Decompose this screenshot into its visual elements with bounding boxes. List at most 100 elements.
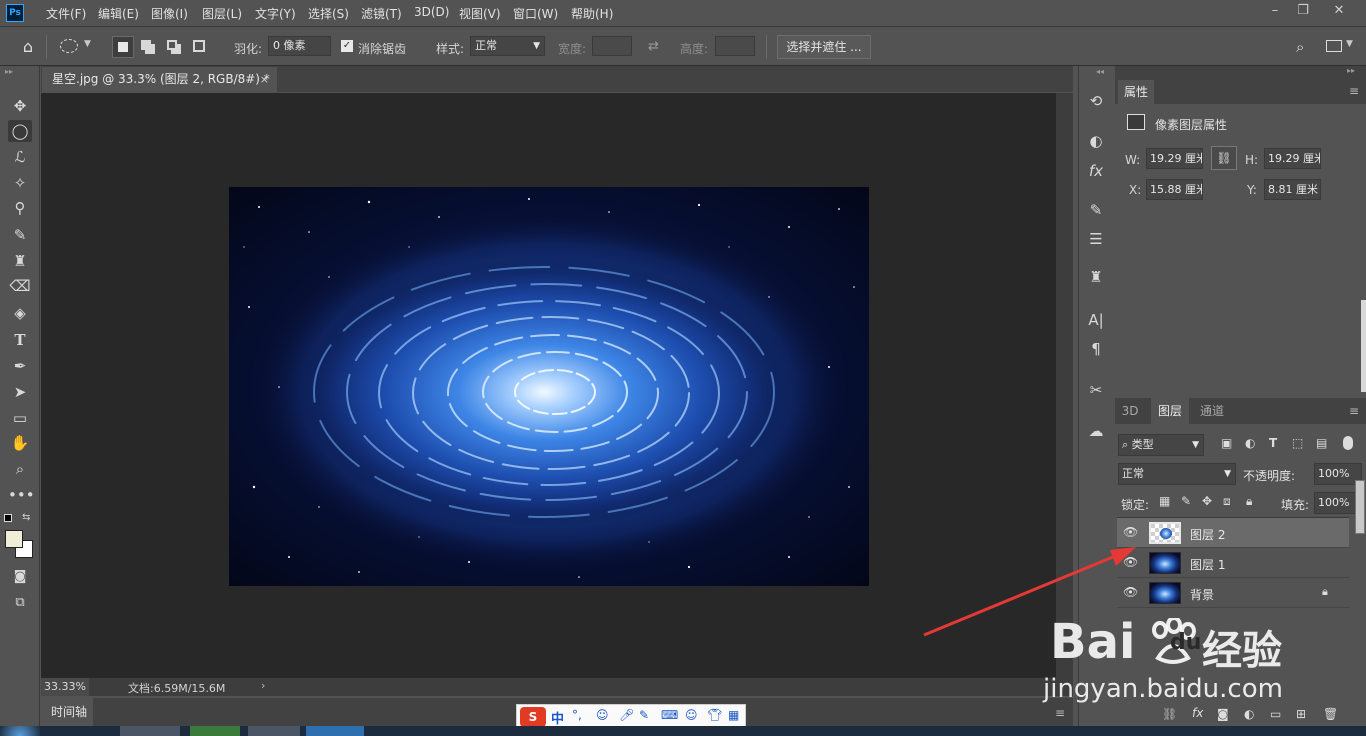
tools-icon[interactable]: ✂: [1084, 379, 1108, 401]
zoom-tool-icon[interactable]: ⌕: [8, 458, 32, 480]
style-select[interactable]: 正常 ▼: [470, 36, 545, 56]
width-input[interactable]: 19.29 厘米: [1146, 148, 1203, 169]
lock-artboard-icon[interactable]: ⧈: [1223, 494, 1231, 509]
panel-menu-icon[interactable]: ≡: [1349, 404, 1359, 418]
filter-smart-object-icon[interactable]: ▤: [1316, 436, 1327, 450]
stamp-tool-icon[interactable]: ♜: [8, 250, 32, 272]
filter-pixel-icon[interactable]: ▣: [1221, 436, 1232, 450]
y-input[interactable]: 8.81 厘米: [1264, 179, 1321, 200]
lock-transparency-icon[interactable]: ▦: [1159, 494, 1170, 508]
grid-icon[interactable]: ▦: [728, 708, 739, 722]
pen-tool-icon[interactable]: ✒: [8, 355, 32, 377]
restore-icon[interactable]: ❐: [1290, 2, 1316, 20]
brushes-icon[interactable]: ✎: [1084, 199, 1108, 221]
elliptical-marquee-preset-icon[interactable]: [60, 39, 78, 53]
lock-all-icon[interactable]: 🔒︎: [1246, 494, 1252, 509]
ime-mode-label[interactable]: 中: [551, 708, 564, 727]
new-selection-button[interactable]: [112, 36, 134, 58]
menu-file[interactable]: 文件(F): [46, 5, 86, 22]
properties-tab[interactable]: 属性: [1118, 80, 1154, 104]
foreground-color-swatch[interactable]: [5, 530, 23, 548]
timeline-tab[interactable]: 时间轴: [41, 698, 93, 726]
menu-select[interactable]: 选择(S): [308, 5, 349, 22]
close-icon[interactable]: ✕: [1326, 2, 1352, 20]
chevron-right-icon[interactable]: ›: [261, 679, 265, 692]
keyboard-icon[interactable]: ⌨: [661, 708, 678, 722]
brush-tool-icon[interactable]: ✎: [8, 224, 32, 246]
layer-name[interactable]: 图层 2: [1190, 526, 1225, 543]
type-tool-icon[interactable]: T: [8, 329, 32, 351]
screen-mode-icon[interactable]: ⧉: [8, 592, 32, 614]
layer-row-layer1[interactable]: 👁︎ 图层 1: [1117, 548, 1349, 578]
magic-wand-tool-icon[interactable]: ✧: [8, 172, 32, 194]
menu-type[interactable]: 文字(Y): [255, 5, 296, 22]
eyedropper-tool-icon[interactable]: ⚲: [8, 197, 32, 219]
libraries-icon[interactable]: ☁: [1084, 420, 1108, 442]
tab-channels[interactable]: 通道: [1193, 398, 1231, 424]
paragraph-icon[interactable]: ¶: [1084, 338, 1108, 360]
taskbar-item[interactable]: [248, 726, 300, 736]
layer-row-layer2[interactable]: 👁︎ 图层 2: [1117, 518, 1349, 548]
layers-scrollbar[interactable]: [1355, 480, 1365, 534]
eye-icon[interactable]: 👁︎: [1123, 525, 1138, 539]
menu-window[interactable]: 窗口(W): [513, 5, 558, 22]
filter-type-icon[interactable]: T: [1269, 436, 1277, 450]
new-group-icon[interactable]: ▭: [1270, 707, 1281, 721]
microphone-icon[interactable]: 🎤︎: [619, 708, 634, 722]
checkbox-icon[interactable]: ✓: [341, 40, 353, 52]
trash-icon[interactable]: 🗑︎: [1323, 707, 1338, 721]
subtract-selection-icon[interactable]: [167, 40, 177, 50]
fill-tool-icon[interactable]: ◈: [8, 302, 32, 324]
taskbar-item[interactable]: [306, 726, 364, 736]
menu-help[interactable]: 帮助(H): [571, 5, 613, 22]
pen-icon[interactable]: ✎: [639, 708, 649, 722]
character-icon[interactable]: A|: [1084, 309, 1108, 331]
eraser-tool-icon[interactable]: ⌫: [8, 275, 32, 297]
intersect-selection-icon[interactable]: [193, 40, 205, 52]
properties-scrollbar[interactable]: [1361, 300, 1366, 392]
history-icon[interactable]: ⟲: [1084, 90, 1108, 112]
zoom-level[interactable]: 33.33%: [41, 678, 89, 696]
tab-layers[interactable]: 图层: [1151, 398, 1189, 424]
chevron-down-icon[interactable]: ▼: [1346, 39, 1353, 49]
height-input[interactable]: [715, 36, 755, 56]
brush-settings-icon[interactable]: ☰: [1084, 228, 1108, 250]
panel-menu-icon[interactable]: ≡: [1349, 84, 1359, 98]
filter-toggle-icon[interactable]: [1343, 436, 1353, 450]
skin-icon[interactable]: 👕︎: [707, 708, 722, 722]
close-tab-icon[interactable]: ×: [260, 67, 269, 92]
lock-pixels-icon[interactable]: ✎: [1181, 494, 1191, 508]
height-input[interactable]: 19.29 厘米: [1264, 148, 1321, 169]
adjustments-icon[interactable]: ◐: [1084, 130, 1108, 152]
collapse-arrows-icon[interactable]: ▸▸: [5, 67, 13, 76]
canvas-image[interactable]: [229, 187, 869, 586]
feather-input[interactable]: 0 像素: [268, 36, 331, 56]
layer-row-background[interactable]: 👁︎ 背景 🔒︎: [1117, 578, 1349, 608]
layer-name[interactable]: 背景: [1190, 586, 1214, 603]
rectangle-tool-icon[interactable]: ▭: [8, 407, 32, 429]
emoji-icon[interactable]: ☺: [596, 708, 609, 722]
select-and-mask-button[interactable]: 选择并遮住 ...: [777, 35, 871, 59]
new-layer-icon[interactable]: ⊞: [1296, 707, 1306, 721]
width-input[interactable]: [592, 36, 632, 56]
menu-view[interactable]: 视图(V): [459, 5, 501, 22]
fx-icon[interactable]: fx: [1192, 706, 1203, 720]
start-button[interactable]: [0, 726, 40, 736]
x-input[interactable]: 15.88 厘米: [1146, 179, 1203, 200]
swap-icon[interactable]: ⇄: [648, 39, 659, 54]
photoshop-logo-icon[interactable]: Ps: [6, 4, 24, 22]
taskbar-item[interactable]: [190, 726, 240, 736]
taskbar-item[interactable]: [120, 726, 180, 736]
sogou-logo-icon[interactable]: S: [520, 707, 546, 727]
home-icon[interactable]: ⌂: [18, 37, 38, 57]
collapse-arrows-icon[interactable]: ▸▸: [1347, 66, 1355, 75]
document-tab[interactable]: 星空.jpg @ 33.3% (图层 2, RGB/8#) * ×: [42, 67, 277, 92]
menu-3d[interactable]: 3D(D): [414, 5, 449, 19]
lasso-tool-icon[interactable]: ℒ: [8, 146, 32, 168]
blend-mode-select[interactable]: 正常 ▼: [1118, 463, 1236, 485]
user-icon[interactable]: ☺: [685, 708, 698, 722]
layer-name[interactable]: 图层 1: [1190, 556, 1225, 573]
menu-layer[interactable]: 图层(L): [202, 5, 242, 22]
move-tool-icon[interactable]: ✥: [8, 95, 32, 117]
hand-tool-icon[interactable]: ✋: [8, 432, 32, 454]
